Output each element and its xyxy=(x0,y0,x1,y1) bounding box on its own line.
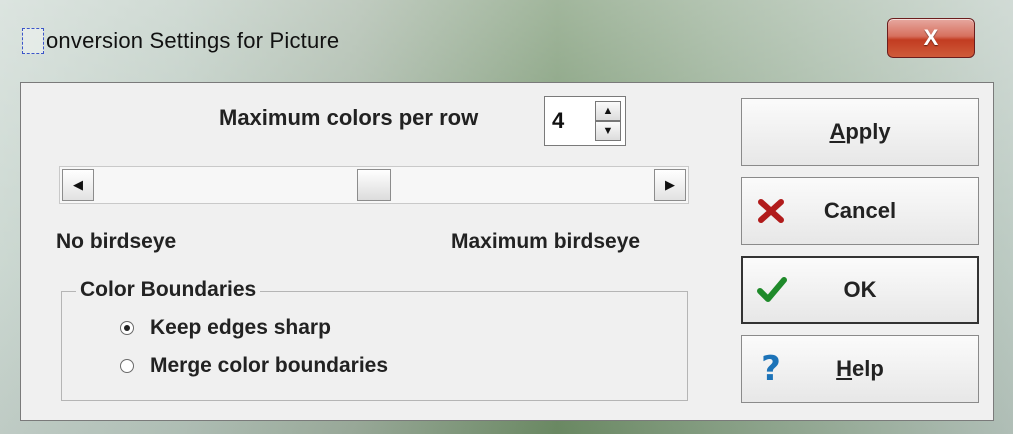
spinner-buttons: ▲ ▼ xyxy=(595,101,621,141)
spin-up-button[interactable]: ▲ xyxy=(595,101,621,121)
slider-right-button[interactable]: ▶ xyxy=(654,169,686,201)
slider-thumb[interactable] xyxy=(357,169,391,201)
close-button[interactable]: X xyxy=(887,18,975,58)
max-colors-label: Maximum colors per row xyxy=(219,105,479,130)
merge-boundaries-label: Merge color boundaries xyxy=(150,354,389,377)
apply-button[interactable]: Apply xyxy=(741,98,979,166)
title-bar[interactable]: onversion Settings for Picture xyxy=(12,16,972,66)
keep-edges-sharp-label: Keep edges sharp xyxy=(150,316,331,339)
close-icon: X xyxy=(923,25,939,50)
red-x-icon xyxy=(754,194,788,228)
max-colors-input[interactable] xyxy=(550,105,596,137)
spin-down-button[interactable]: ▼ xyxy=(595,121,621,141)
color-boundaries-legend: Color Boundaries xyxy=(76,278,261,302)
dialog-client-area: Maximum colors per row ▲ ▼ ◀ ▶ No birdse… xyxy=(20,82,994,421)
help-label: Help xyxy=(836,356,884,381)
ok-label: OK xyxy=(843,277,877,302)
merge-boundaries-radio[interactable] xyxy=(120,359,134,373)
slider-left-button[interactable]: ◀ xyxy=(62,169,94,201)
help-button[interactable]: ? Help xyxy=(741,335,979,403)
max-colors-spinner[interactable]: ▲ ▼ xyxy=(544,96,626,146)
keep-edges-sharp-radio[interactable] xyxy=(120,321,134,335)
green-check-icon xyxy=(755,273,789,307)
radio-selected-dot xyxy=(124,325,130,331)
cancel-label: Cancel xyxy=(823,198,897,223)
maximum-birdseye-label: Maximum birdseye xyxy=(451,230,641,253)
merge-boundaries-option[interactable]: Merge color boundaries xyxy=(120,354,388,378)
keep-edges-sharp-option[interactable]: Keep edges sharp xyxy=(120,316,331,340)
apply-label: Apply xyxy=(829,119,891,144)
question-icon: ? xyxy=(761,349,781,389)
birdseye-slider[interactable]: ◀ ▶ xyxy=(59,166,689,204)
cancel-button[interactable]: Cancel xyxy=(741,177,979,245)
ok-button[interactable]: OK xyxy=(741,256,979,324)
color-boundaries-group: Color Boundaries Keep edges sharp Merge … xyxy=(61,278,688,401)
window-title: onversion Settings for Picture xyxy=(46,28,340,53)
window-icon xyxy=(22,28,44,54)
no-birdseye-label: No birdseye xyxy=(56,230,177,253)
